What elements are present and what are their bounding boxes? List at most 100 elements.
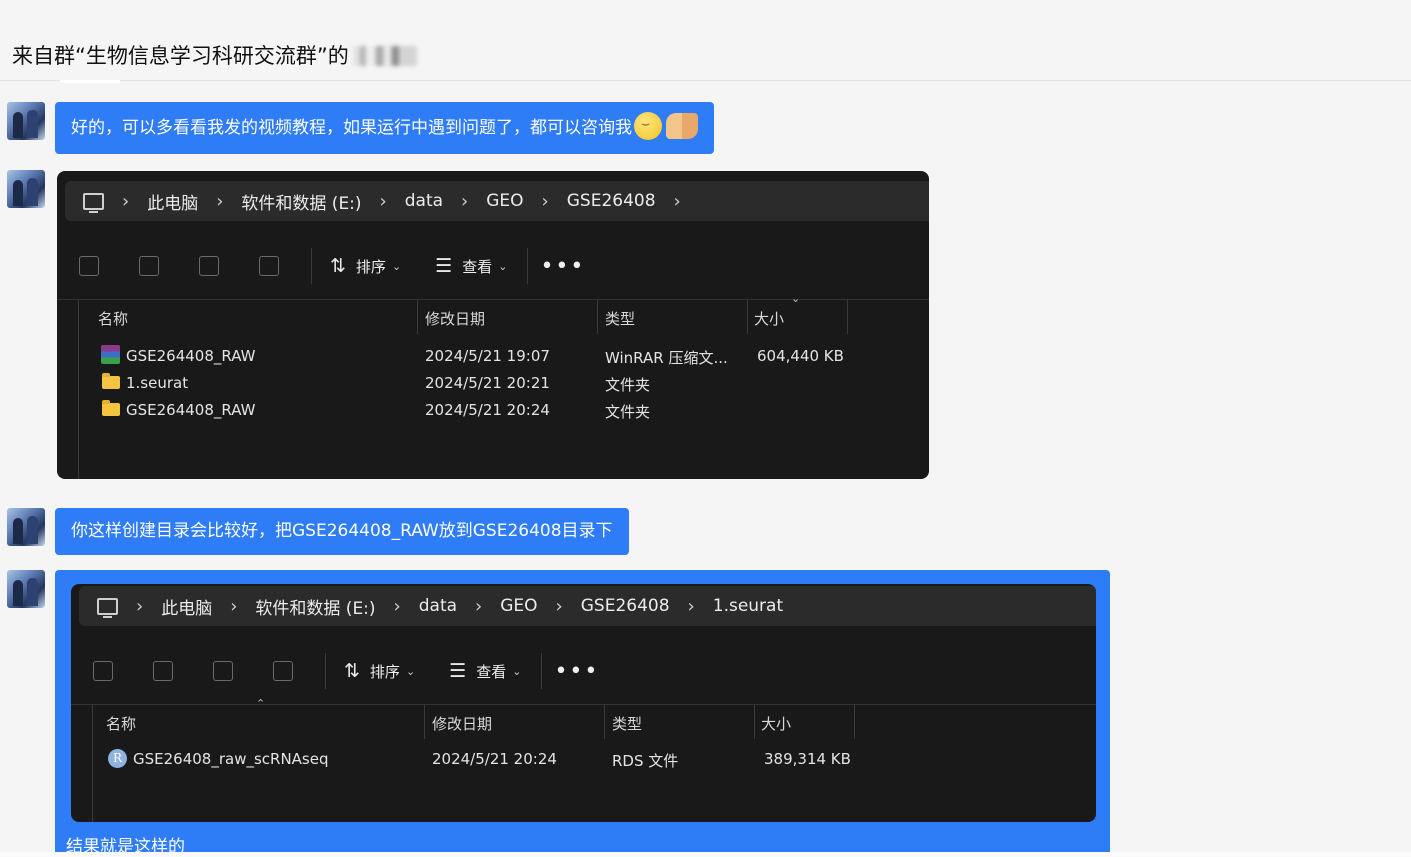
chevron-right-icon: ›: [541, 190, 549, 212]
file-row: GSE264408_RAW 2024/5/21 19:07 WinRAR 压缩文…: [57, 343, 929, 370]
column-header: 名称 ⌃ 修改日期 类型 大小: [71, 697, 1096, 739]
column-name: 名称: [106, 715, 137, 733]
toolbar-divider: [541, 653, 543, 689]
view-list-icon: ☰: [449, 660, 467, 682]
breadcrumb-item: GSE26408: [566, 191, 656, 211]
folder-icon: [102, 373, 120, 389]
column-size: 大小: [761, 715, 792, 733]
chevron-right-icon: ›: [379, 190, 387, 212]
breadcrumb-item: 此电脑: [161, 598, 213, 619]
file-type: WinRAR 压缩文...: [605, 349, 728, 367]
chat-header: 来自群“生物信息学习科研交流群”的: [0, 0, 1411, 81]
folder-icon: [102, 400, 120, 416]
breadcrumb-item: 此电脑: [147, 193, 199, 214]
breadcrumb-item: GEO: [486, 191, 524, 211]
file-name: GSE264408_RAW: [126, 347, 256, 365]
column-divider: [847, 300, 848, 334]
sort-icon: ⇅: [330, 255, 346, 277]
rds-file-icon: R: [108, 749, 127, 768]
column-divider: [854, 705, 855, 739]
column-date: 修改日期: [425, 310, 486, 328]
file-name: GSE264408_RAW: [126, 401, 256, 419]
chevron-right-icon: ›: [216, 190, 224, 212]
chevron-down-icon: ⌄: [498, 259, 508, 273]
file-type: RDS 文件: [612, 752, 679, 770]
file-size: 604,440 KB: [757, 347, 844, 365]
message-bubble[interactable]: 好的，可以多看看我发的视频教程，如果运行中遇到问题了，都可以咨询我: [55, 102, 714, 154]
sort-icon: ⇅: [344, 660, 360, 682]
smile-emoji-icon: [634, 110, 662, 140]
chevron-down-icon: ⌄: [391, 259, 402, 273]
chevron-right-icon: ›: [687, 595, 695, 617]
toolbar-divider: [325, 653, 326, 689]
explorer-toolbar: ⇅ 排序 ⌄ ☰ 查看 ⌄ •••: [57, 233, 929, 300]
rar-archive-icon: [101, 345, 120, 364]
file-name: GSE26408_raw_scRNAseq: [133, 750, 329, 768]
message-bubble[interactable]: 你这样创建目录会比较好，把GSE264408_RAW放到GSE26408目录下: [55, 508, 629, 555]
more-options-icon: •••: [540, 253, 586, 279]
chevron-down-icon: ⌄: [405, 664, 416, 678]
explorer-screenshot-image[interactable]: › 此电脑 › 软件和数据 (E:) › data › GEO › GSE264…: [71, 584, 1096, 822]
chat-title: 来自群“生物信息学习科研交流群”的: [12, 40, 417, 70]
chevron-right-icon: ›: [230, 595, 238, 617]
file-name: 1.seurat: [126, 374, 189, 392]
column-divider: [754, 705, 755, 739]
chevron-right-icon: ›: [136, 595, 144, 617]
blurred-name: [352, 46, 417, 66]
toolbar-divider: [527, 248, 529, 284]
chevron-right-icon: ›: [393, 595, 401, 617]
breadcrumb-item: data: [404, 191, 444, 211]
avatar[interactable]: [7, 170, 45, 208]
file-date: 2024/5/21 19:07: [425, 347, 550, 365]
avatar[interactable]: [7, 570, 45, 608]
column-type: 类型: [612, 715, 643, 733]
computer-icon: [83, 192, 104, 213]
header-underline: [60, 80, 120, 83]
breadcrumb-item: 软件和数据 (E:): [255, 598, 376, 619]
file-row: GSE264408_RAW 2024/5/21 20:24 文件夹: [57, 397, 929, 424]
column-divider: [424, 705, 425, 739]
chevron-right-icon: ›: [461, 190, 469, 212]
breadcrumb-item: GSE26408: [580, 596, 670, 616]
sort-indicator-icon: ⌄: [791, 292, 801, 305]
file-type: 文件夹: [605, 403, 651, 421]
file-type: 文件夹: [605, 376, 651, 394]
chevron-right-icon: ›: [673, 190, 681, 212]
address-bar: › 此电脑 › 软件和数据 (E:) › data › GEO › GSE264…: [65, 181, 929, 221]
view-button: ☰ 查看 ⌄: [435, 255, 508, 277]
toolbar-divider: [311, 248, 312, 284]
message-bubble[interactable]: › 此电脑 › 软件和数据 (E:) › data › GEO › GSE264…: [55, 570, 1110, 857]
paste-icon: [79, 256, 99, 276]
file-date: 2024/5/21 20:24: [425, 401, 550, 419]
column-name: 名称: [98, 310, 129, 328]
view-button: ☰ 查看 ⌄: [449, 660, 522, 682]
breadcrumb-item: data: [418, 596, 458, 616]
file-size: 389,314 KB: [764, 750, 851, 768]
column-divider: [417, 300, 418, 334]
file-row: R GSE26408_raw_scRNAseq 2024/5/21 20:24 …: [71, 746, 1096, 773]
explorer-screenshot-image[interactable]: › 此电脑 › 软件和数据 (E:) › data › GEO › GSE264…: [57, 171, 929, 479]
breadcrumb-item: GEO: [500, 596, 538, 616]
column-date: 修改日期: [432, 715, 493, 733]
chevron-right-icon: ›: [122, 190, 130, 212]
paste-icon: [93, 661, 113, 681]
handshake-emoji-icon: [666, 113, 698, 139]
column-divider: [604, 705, 605, 739]
avatar[interactable]: [7, 508, 45, 546]
delete-icon: [273, 661, 293, 681]
file-date: 2024/5/21 20:24: [432, 750, 557, 768]
breadcrumb-item: 软件和数据 (E:): [241, 193, 362, 214]
breadcrumb-item: 1.seurat: [712, 596, 784, 616]
computer-icon: [97, 597, 118, 618]
column-divider: [597, 300, 598, 334]
avatar[interactable]: [7, 102, 45, 140]
column-type: 类型: [605, 310, 636, 328]
share-icon: [213, 661, 233, 681]
address-bar: › 此电脑 › 软件和数据 (E:) › data › GEO › GSE264…: [79, 586, 1096, 626]
sort-button: ⇅ 排序 ⌄: [344, 660, 416, 682]
column-header: 名称 修改日期 类型 大小 ⌄: [57, 292, 929, 334]
column-divider: [747, 300, 748, 334]
delete-icon: [259, 256, 279, 276]
rename-icon: [153, 661, 173, 681]
chevron-right-icon: ›: [555, 595, 563, 617]
